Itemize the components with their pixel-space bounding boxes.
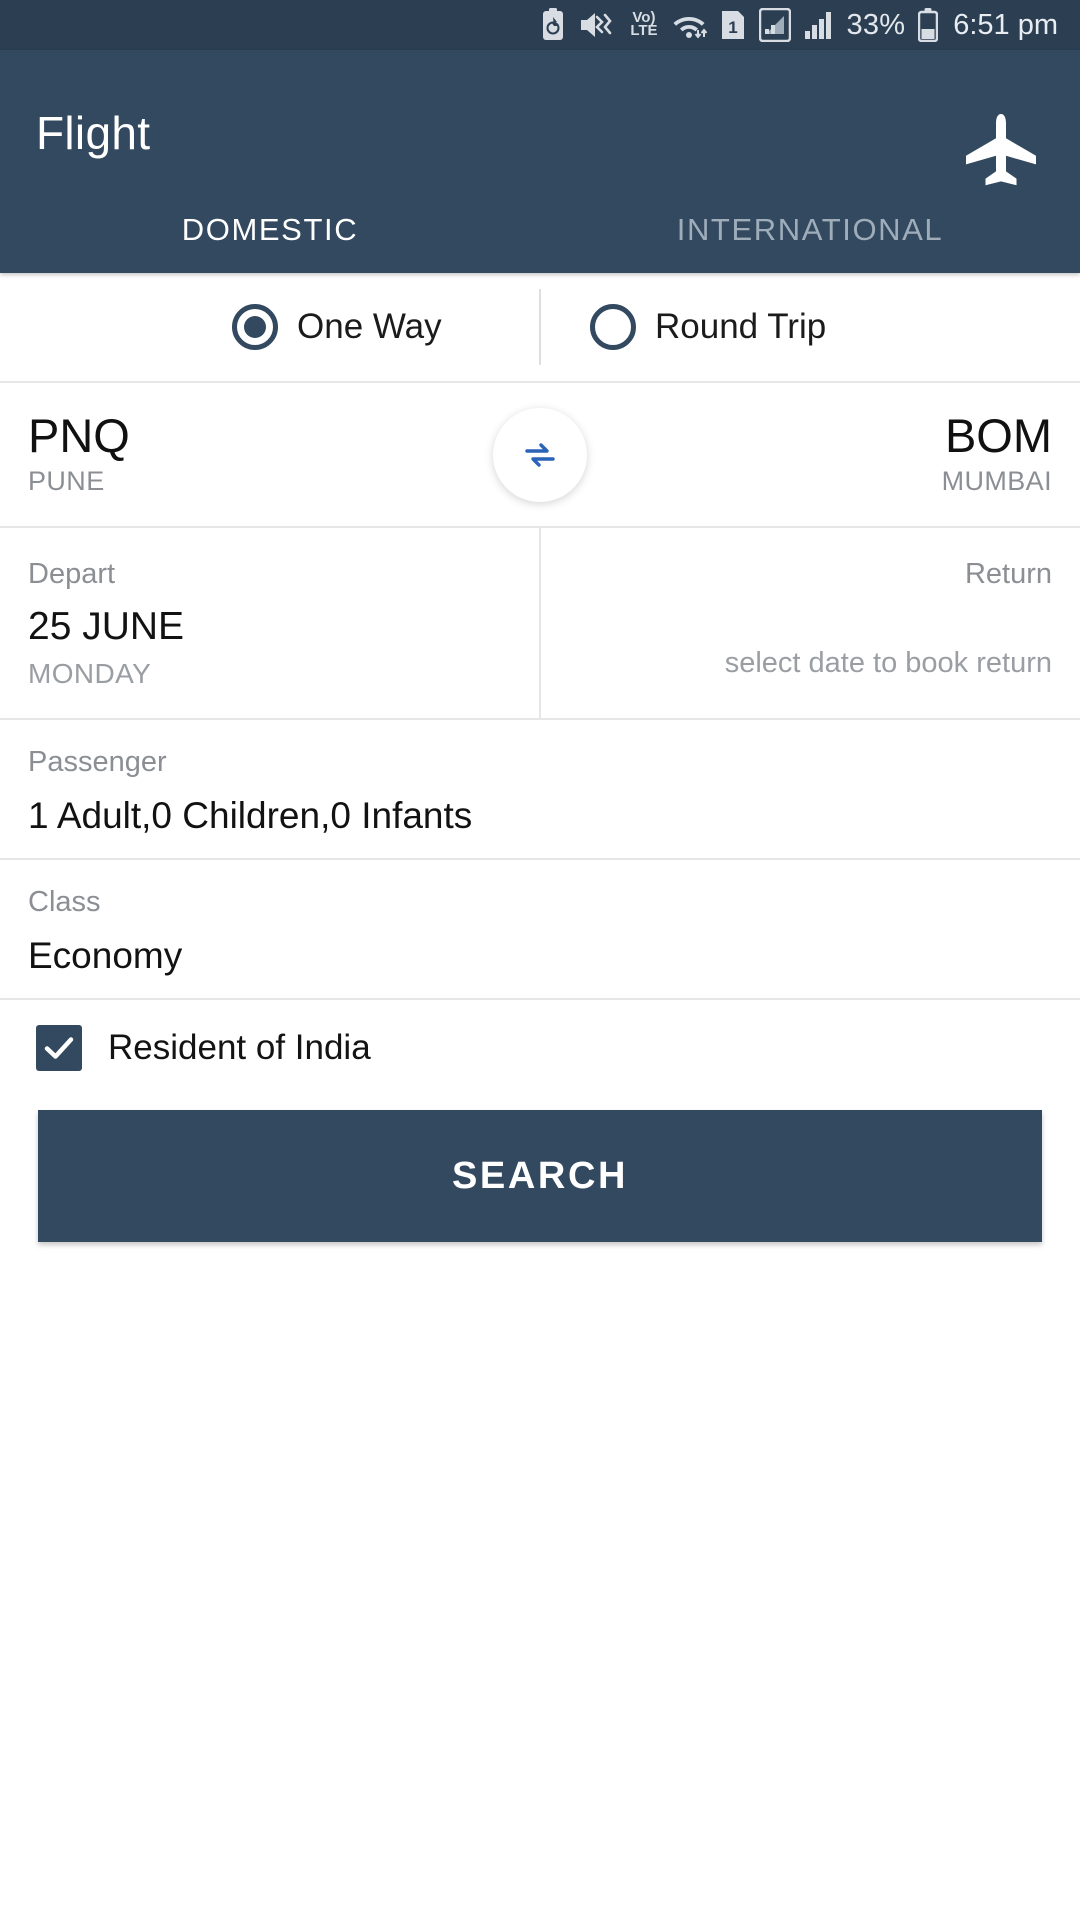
resident-of-india-row[interactable]: Resident of India [0, 1000, 1080, 1096]
passenger-value: 1 Adult,0 Children,0 Infants [28, 795, 473, 836]
return-label: Return [964, 558, 1052, 590]
return-date-selector[interactable]: Return select date to book return [541, 528, 1080, 718]
origin-city: PUNE [28, 466, 105, 497]
status-bar: Vo) LTE 1 33% 6:51 pm [0, 0, 1080, 50]
tab-international[interactable]: INTERNATIONAL [540, 187, 1080, 273]
airplane-icon [960, 112, 1042, 195]
app-bar: Flight DOMESTIC INTERNATIONAL [0, 50, 1080, 273]
origin-selector[interactable]: PNQ PUNE [28, 408, 130, 498]
radio-one-way-label: One Way [297, 307, 442, 346]
depart-date-selector[interactable]: Depart 25 JUNE MONDAY [0, 528, 539, 718]
resident-checkbox[interactable] [36, 1025, 82, 1071]
radio-one-way[interactable]: One Way [232, 304, 490, 350]
radio-round-trip-label: Round Trip [655, 307, 827, 346]
depart-date-value: 25 JUNE [28, 605, 185, 648]
signal-sim1-icon [758, 8, 791, 42]
class-selector[interactable]: Class Economy [0, 860, 1080, 998]
signal-sim2-icon [804, 10, 834, 40]
tab-domestic[interactable]: DOMESTIC [0, 187, 540, 273]
passenger-selector[interactable]: Passenger 1 Adult,0 Children,0 Infants [0, 720, 1080, 858]
class-value: Economy [28, 935, 183, 976]
page-title: Flight [36, 107, 151, 159]
check-icon [44, 1037, 74, 1059]
class-label: Class [28, 886, 101, 918]
trip-type-group[interactable]: One Way Round Trip [0, 273, 1080, 381]
destination-selector[interactable]: BOM MUMBAI [941, 408, 1052, 498]
passenger-label: Passenger [28, 746, 167, 778]
depart-day-value: MONDAY [28, 657, 152, 689]
search-button-container: SEARCH [0, 1096, 1080, 1242]
swap-horizontal-icon [525, 442, 555, 467]
return-hint: select date to book return [724, 647, 1052, 679]
swap-cities-button[interactable] [493, 407, 587, 502]
depart-label: Depart [28, 558, 116, 590]
booking-form: One Way Round Trip PNQ PUNE BOM MUMBAI D… [0, 273, 1080, 1242]
origin-code: PNQ [28, 408, 130, 462]
radio-round-trip-icon[interactable] [590, 304, 636, 350]
destination-city: MUMBAI [941, 466, 1052, 497]
radio-round-trip[interactable]: Round Trip [590, 304, 848, 350]
clock-text: 6:51 pm [953, 8, 1058, 41]
battery-percent-text: 33% [846, 8, 906, 41]
tab-bar[interactable]: DOMESTIC INTERNATIONAL [0, 187, 1080, 273]
volte-icon: Vo) LTE [630, 10, 658, 39]
dates-row: Depart 25 JUNE MONDAY Return select date… [0, 528, 1080, 718]
route-row: PNQ PUNE BOM MUMBAI [0, 383, 1080, 526]
resident-label: Resident of India [108, 1028, 371, 1067]
wifi-icon [671, 10, 707, 40]
radio-one-way-icon[interactable] [232, 304, 278, 350]
search-button[interactable]: SEARCH [38, 1110, 1042, 1242]
trip-type-separator [539, 289, 541, 365]
battery-saver-icon [540, 8, 566, 42]
destination-code: BOM [944, 408, 1052, 462]
volte-bottom-text: LTE [630, 22, 658, 39]
mute-vibrate-icon [579, 9, 617, 41]
svg-text:1: 1 [728, 18, 737, 37]
sim-1-icon: 1 [720, 9, 746, 41]
battery-icon [918, 8, 939, 42]
